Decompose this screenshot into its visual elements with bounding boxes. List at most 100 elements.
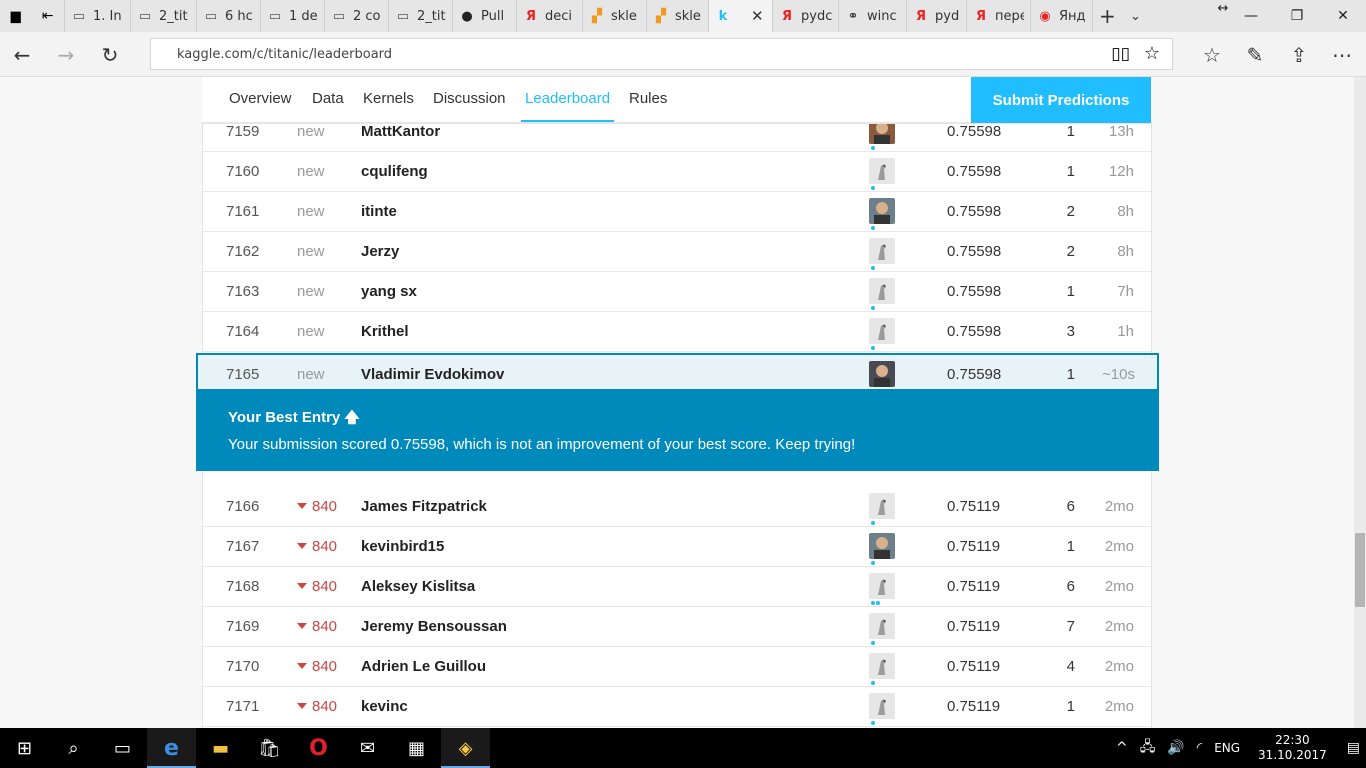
share-icon[interactable]: ⇪ <box>1284 40 1314 70</box>
tab-kernels[interactable]: Kernels <box>363 90 414 107</box>
browser-tab[interactable]: ▭ 1 de <box>260 0 324 32</box>
window-resize-icon[interactable]: ↔ <box>1200 0 1246 24</box>
browser-tab[interactable]: ▭ 2_tit <box>388 0 452 32</box>
avatar[interactable] <box>869 198 895 224</box>
favorite-star-icon[interactable]: ☆ <box>1144 43 1160 64</box>
browser-tab[interactable]: ▭ 2_tit <box>130 0 196 32</box>
store-icon[interactable]: 🛍 <box>245 728 294 768</box>
avatar[interactable] <box>869 278 895 304</box>
leaderboard-row[interactable]: 7163 new yang sx 0.75598 1 7h <box>203 272 1151 312</box>
browser-tab[interactable]: ▭ 1. In <box>64 0 130 32</box>
wifi-icon[interactable]: ◜ <box>1191 740 1208 756</box>
page-scrollbar[interactable] <box>1354 77 1366 728</box>
url-field[interactable]: kaggle.com/c/titanic/leaderboard ▯▯ ☆ <box>150 38 1173 70</box>
network-icon[interactable]: 🖧 <box>1134 736 1162 760</box>
start-icon[interactable]: ⊞ <box>0 728 49 768</box>
more-icon[interactable]: ⋯ <box>1327 40 1357 70</box>
browser-tab[interactable]: ▞ skle <box>646 0 708 32</box>
browser-tab[interactable]: ▞ skle <box>582 0 646 32</box>
rank-change-cell: 840 <box>297 498 337 515</box>
mail-icon[interactable]: ✉ <box>343 728 392 768</box>
browser-tab[interactable]: k ✕ <box>708 0 772 32</box>
leaderboard-row[interactable]: 7166 840 James Fitzpatrick 0.75119 6 2mo <box>203 487 1151 527</box>
avatar[interactable] <box>869 493 895 519</box>
team-name[interactable]: James Fitzpatrick <box>361 498 487 515</box>
favorites-hub-icon[interactable]: ☆ <box>1197 40 1227 70</box>
avatar[interactable] <box>869 693 895 719</box>
browser-tab[interactable]: ▭ 2 co <box>324 0 388 32</box>
leaderboard-row[interactable]: 7161 new itinte 0.75598 2 8h <box>203 192 1151 232</box>
restore-button[interactable]: ❐ <box>1274 0 1320 32</box>
browser-tab[interactable]: Яdeci <box>516 0 582 32</box>
action-center-icon[interactable]: ▤ <box>1341 740 1366 756</box>
team-name[interactable]: Adrien Le Guillou <box>361 658 486 675</box>
opera-icon[interactable]: O <box>294 728 343 768</box>
web-note-icon[interactable]: ✎ <box>1240 40 1270 70</box>
search-icon[interactable]: ⌕ <box>49 728 98 768</box>
avatar[interactable] <box>869 318 895 344</box>
browser-tab[interactable]: Япере <box>966 0 1030 32</box>
team-name[interactable]: cqulifeng <box>361 163 428 180</box>
tab-preview-icon[interactable]: ▆ <box>11 9 21 24</box>
tab-list-icon[interactable]: ⌄ <box>1124 0 1154 32</box>
calculator-icon[interactable]: ▦ <box>392 728 441 768</box>
forward-icon[interactable]: → <box>51 40 81 70</box>
team-name[interactable]: Vladimir Evdokimov <box>361 366 504 383</box>
back-icon[interactable]: ← <box>7 40 37 70</box>
team-name[interactable]: kevinbird15 <box>361 538 444 555</box>
scrollbar-thumb[interactable] <box>1355 533 1365 607</box>
tab-rules[interactable]: Rules <box>629 90 667 107</box>
task-view-icon[interactable]: ▭ <box>98 728 147 768</box>
tab-discussion[interactable]: Discussion <box>433 90 506 107</box>
leaderboard-row[interactable]: 7170 840 Adrien Le Guillou 0.75119 4 2mo <box>203 647 1151 687</box>
tab-data[interactable]: Data <box>312 90 344 107</box>
avatar[interactable] <box>869 613 895 639</box>
chevron-up-icon[interactable]: ^ <box>1110 740 1134 756</box>
leaderboard-row[interactable]: 7162 new Jerzy 0.75598 2 8h <box>203 232 1151 272</box>
edge-icon[interactable]: e <box>147 728 196 768</box>
language-indicator[interactable]: ENG <box>1208 741 1246 755</box>
tab-overview[interactable]: Overview <box>229 90 292 107</box>
new-tab-button[interactable]: + <box>1092 0 1124 32</box>
refresh-icon[interactable]: ↻ <box>95 40 125 70</box>
last-submission-cell: 2mo <box>1104 618 1134 635</box>
team-name[interactable]: MattKantor <box>361 123 440 140</box>
reading-view-icon[interactable]: ▯▯ <box>1111 44 1130 64</box>
avatar[interactable] <box>869 361 895 387</box>
leaderboard-row[interactable]: 7167 840 kevinbird15 0.75119 1 2mo <box>203 527 1151 567</box>
file-explorer-icon[interactable]: ▬ <box>196 728 245 768</box>
tab-leaderboard[interactable]: Leaderboard <box>525 90 610 107</box>
set-aside-tabs-icon[interactable]: ⇤ <box>42 8 54 24</box>
leaderboard-row[interactable]: 7171 840 kevinc 0.75119 1 2mo <box>203 687 1151 727</box>
my-leaderboard-row[interactable]: 7165 new Vladimir Evdokimov 0.75598 1 ~10s <box>196 353 1159 393</box>
team-name[interactable]: kevinc <box>361 698 408 715</box>
team-name[interactable]: itinte <box>361 203 397 220</box>
url-text[interactable]: kaggle.com/c/titanic/leaderboard <box>177 47 392 62</box>
volume-icon[interactable]: 🔊 <box>1161 740 1190 756</box>
close-tab-icon[interactable]: ✕ <box>751 7 764 25</box>
leaderboard-row[interactable]: 7168 840 Aleksey Kislitsa 0.75119 6 2mo <box>203 567 1151 607</box>
avatar[interactable] <box>869 533 895 559</box>
team-name[interactable]: Krithel <box>361 323 409 340</box>
avatar[interactable] <box>869 653 895 679</box>
browser-tab[interactable]: ▭ 6 hc <box>196 0 260 32</box>
leaderboard-row[interactable]: 7169 840 Jeremy Bensoussan 0.75119 7 2mo <box>203 607 1151 647</box>
browser-tab[interactable]: Яpydc <box>772 0 838 32</box>
close-window-button[interactable]: ✕ <box>1320 0 1366 32</box>
team-name[interactable]: Jerzy <box>361 243 399 260</box>
browser-tab[interactable]: ◉ Янде <box>1030 0 1092 32</box>
python-icon[interactable]: ◈ <box>441 728 490 768</box>
team-name[interactable]: Jeremy Bensoussan <box>361 618 507 635</box>
team-name[interactable]: Aleksey Kislitsa <box>361 578 475 595</box>
team-name[interactable]: yang sx <box>361 283 417 300</box>
browser-tab[interactable]: Яpydc <box>906 0 966 32</box>
avatar[interactable] <box>869 238 895 264</box>
avatar[interactable] <box>869 573 895 599</box>
avatar[interactable] <box>869 158 895 184</box>
browser-tab[interactable]: ● Pull <box>452 0 516 32</box>
submit-predictions-button[interactable]: Submit Predictions <box>971 77 1151 123</box>
leaderboard-row[interactable]: 7160 new cqulifeng 0.75598 1 12h <box>203 152 1151 192</box>
clock[interactable]: 22:30 31.10.2017 <box>1258 733 1327 763</box>
leaderboard-row[interactable]: 7164 new Krithel 0.75598 3 1h <box>203 312 1151 352</box>
browser-tab[interactable]: ⚭ winc <box>838 0 906 32</box>
